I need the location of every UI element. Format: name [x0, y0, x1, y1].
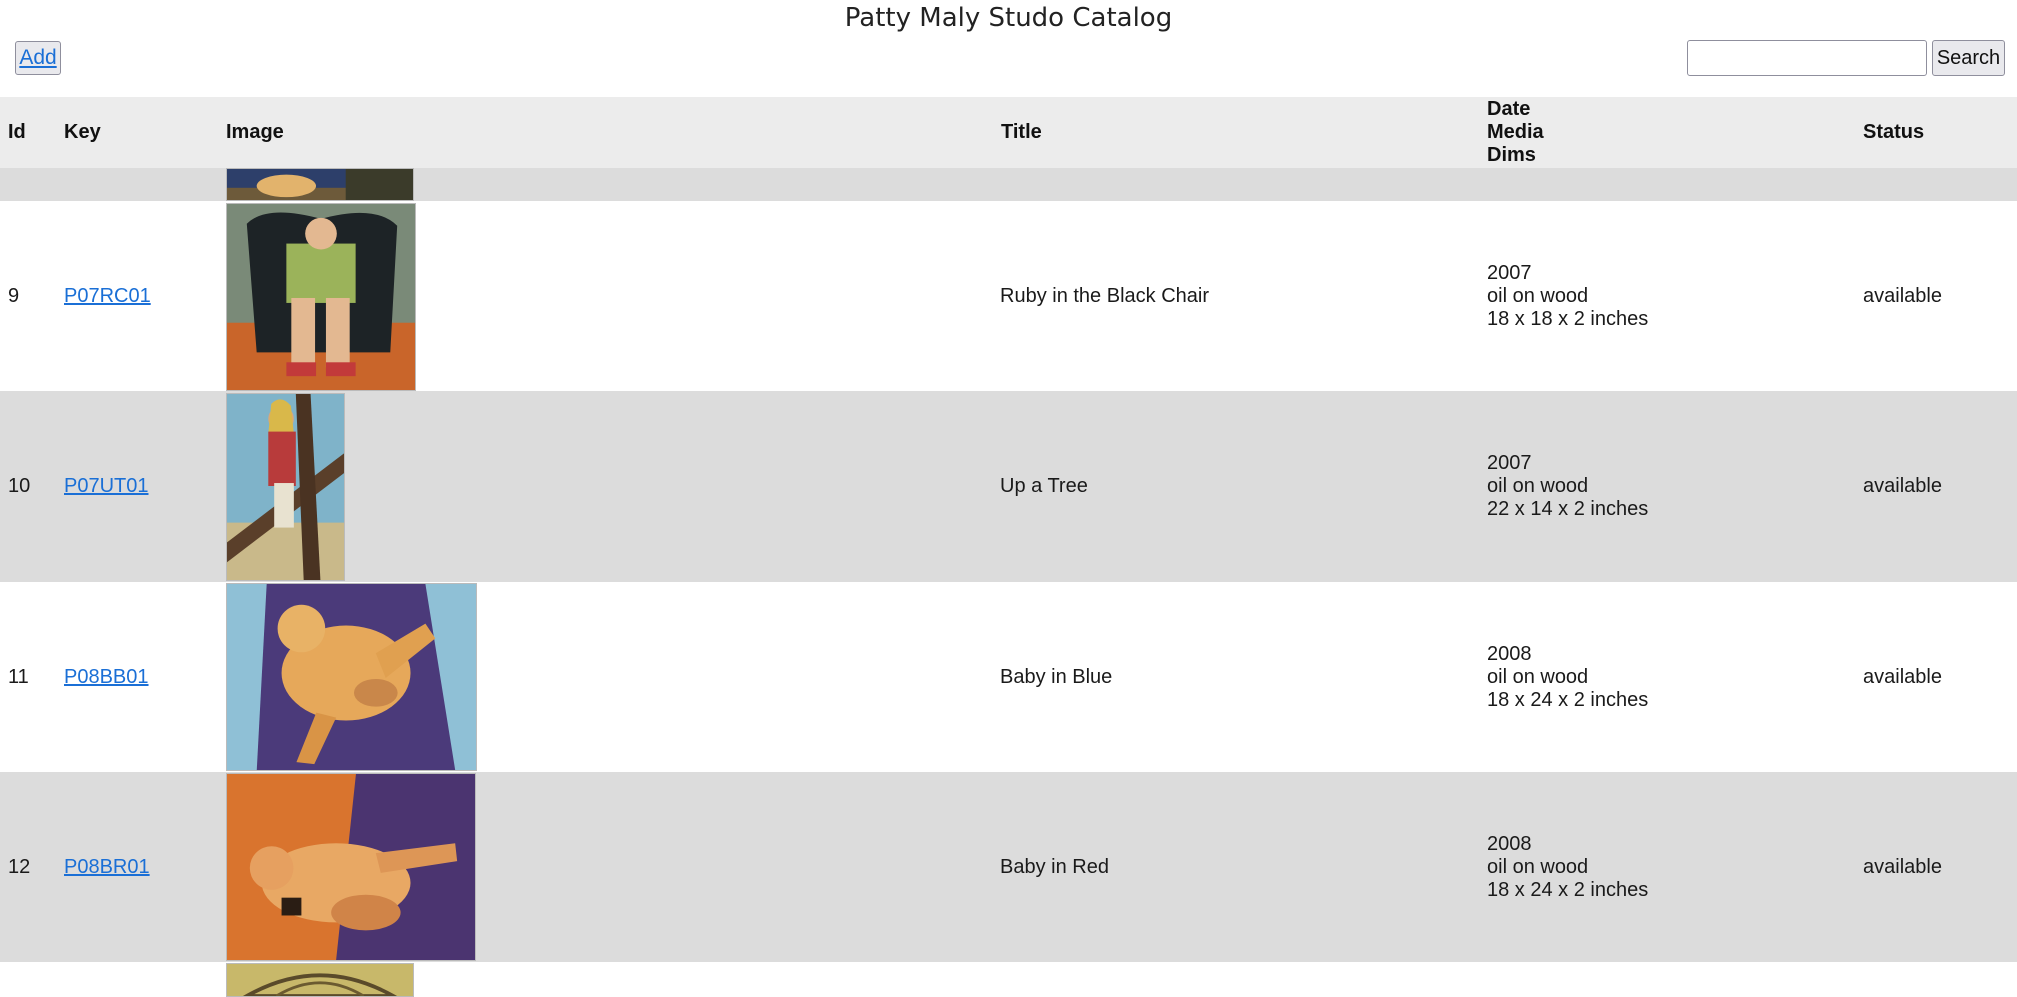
row-id: 11: [8, 666, 29, 688]
row-status: available: [1863, 666, 1942, 688]
row-dims: 22 x 14 x 2 inches: [1487, 498, 1649, 520]
row-date: 2007: [1487, 262, 1532, 284]
add-button[interactable]: Add: [15, 41, 61, 75]
table-row: 12 P08BR01 Baby in Red 2008 oil on wood …: [0, 772, 2017, 962]
header-status: Status: [1863, 121, 1925, 143]
header-title: Title: [1001, 121, 1042, 143]
key-link[interactable]: P08BB01: [64, 666, 149, 688]
row-media: oil on wood: [1487, 856, 1589, 878]
search-input[interactable]: [1687, 40, 1927, 76]
row-key-link[interactable]: P08BR01: [64, 856, 150, 879]
key-link[interactable]: P07RC01: [64, 285, 151, 307]
row-title: Baby in Red: [1000, 856, 1109, 878]
header-id: Id: [8, 121, 26, 143]
row-key-link[interactable]: P07RC01: [64, 285, 151, 308]
painting-thumbnail[interactable]: [226, 583, 477, 771]
row-media: oil on wood: [1487, 475, 1589, 497]
row-id: 12: [8, 856, 31, 878]
row-dims: 18 x 24 x 2 inches: [1487, 879, 1649, 901]
painting-thumbnail[interactable]: [226, 773, 476, 961]
painting-thumbnail[interactable]: [226, 203, 416, 391]
row-key-link[interactable]: P08BB01: [64, 666, 149, 689]
table-row: 10 P07UT01 Up a Tree 2007 oil on wood 22…: [0, 391, 2017, 582]
header-date: Date: [1487, 98, 1531, 120]
table-row-partial-bottom: [0, 962, 2017, 997]
row-date: 2008: [1487, 833, 1532, 855]
row-media: oil on wood: [1487, 666, 1589, 688]
row-date: 2008: [1487, 643, 1532, 665]
table-row-partial-top: [0, 168, 2017, 201]
painting-thumbnail[interactable]: [226, 393, 345, 581]
row-dims: 18 x 24 x 2 inches: [1487, 689, 1649, 711]
row-status: available: [1863, 475, 1942, 497]
row-dims: 18 x 18 x 2 inches: [1487, 308, 1649, 330]
row-id: 10: [8, 475, 31, 497]
row-key-link[interactable]: P07UT01: [64, 475, 149, 498]
row-title: Up a Tree: [1000, 475, 1088, 497]
header-image: Image: [226, 121, 284, 143]
row-date: 2007: [1487, 452, 1532, 474]
header-dims: Dims: [1487, 144, 1536, 166]
header-key: Key: [64, 121, 101, 143]
row-id: 9: [8, 285, 20, 307]
key-link[interactable]: P07UT01: [64, 475, 149, 497]
table-header: Id Key Image Title Date Media Dims Statu…: [0, 97, 2017, 168]
row-media: oil on wood: [1487, 285, 1589, 307]
row-title: Ruby in the Black Chair: [1000, 285, 1209, 307]
key-link[interactable]: P08BR01: [64, 856, 150, 878]
header-media: Media: [1487, 121, 1544, 143]
table-row: 11 P08BB01 Baby in Blue 2008 oil on wood…: [0, 582, 2017, 772]
row-status: available: [1863, 856, 1942, 878]
row-title: Baby in Blue: [1000, 666, 1113, 688]
page-title: Patty Maly Studo Catalog: [844, 3, 1173, 33]
table-row: 9 P07RC01 Ruby in the Black Chair 2007 o…: [0, 201, 2017, 391]
painting-thumbnail-partial[interactable]: [226, 963, 414, 997]
search-button[interactable]: Search: [1932, 40, 2005, 76]
row-status: available: [1863, 285, 1942, 307]
painting-thumbnail-partial[interactable]: [226, 168, 414, 201]
